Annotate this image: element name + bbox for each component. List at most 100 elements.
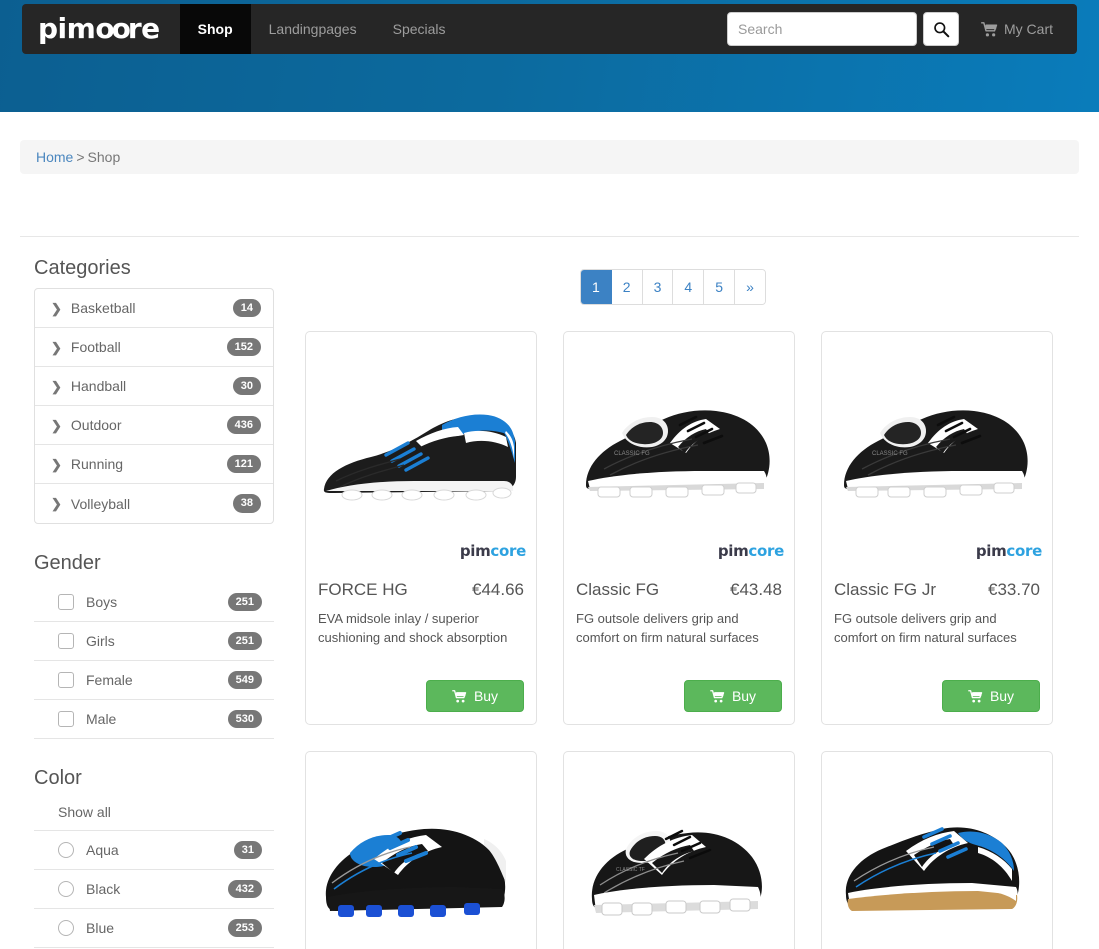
buy-button[interactable]: Buy bbox=[942, 680, 1040, 712]
sidebar-item-volleyball[interactable]: ❯ Volleyball 38 bbox=[35, 484, 273, 522]
svg-text:CLASSIC FG: CLASSIC FG bbox=[872, 451, 908, 457]
buy-button[interactable]: Buy bbox=[684, 680, 782, 712]
main-row: Categories ❯ Basketball 14 ❯ Football 15… bbox=[20, 257, 1079, 949]
checkbox-icon[interactable] bbox=[58, 710, 74, 727]
product-price: €33.70 bbox=[988, 580, 1040, 599]
soccer-cleat-black-icon: CLASSIC FG bbox=[586, 410, 770, 498]
color-option-aqua[interactable]: Aqua 31 bbox=[34, 831, 274, 871]
search-form bbox=[727, 12, 959, 46]
nav-item-landingpages[interactable]: Landingpages bbox=[251, 4, 375, 54]
color-option-black[interactable]: Black 432 bbox=[34, 870, 274, 910]
my-cart-link[interactable]: My Cart bbox=[959, 21, 1069, 37]
gender-count-badge: 251 bbox=[227, 592, 262, 611]
product-description: FG outsole delivers grip and comfort on … bbox=[834, 611, 1017, 645]
product-image[interactable]: CLASSIC TF pimcore bbox=[564, 752, 794, 949]
color-heading: Color bbox=[34, 766, 82, 789]
gender-option-girls[interactable]: Girls 251 bbox=[34, 622, 274, 661]
nav-item-shop[interactable]: Shop bbox=[179, 4, 251, 54]
gender-option-boys[interactable]: Boys 251 bbox=[34, 583, 274, 622]
gender-label: Girls bbox=[86, 632, 115, 649]
gender-option-male[interactable]: Male 530 bbox=[34, 700, 274, 739]
product-card[interactable]: CLASSIC FG pimcore Classic FG Jr €33.70 … bbox=[821, 331, 1053, 725]
filter-sidebar: Categories ❯ Basketball 14 ❯ Football 15… bbox=[20, 257, 280, 949]
breadcrumb-separator: > bbox=[76, 149, 85, 165]
page-link-1[interactable]: 1 bbox=[581, 270, 612, 304]
color-count-badge: 31 bbox=[233, 840, 262, 860]
shopping-cart-icon bbox=[452, 689, 467, 702]
color-show-all-link[interactable]: Show all bbox=[34, 798, 274, 831]
buy-button-label: Buy bbox=[473, 688, 499, 704]
radio-icon[interactable] bbox=[58, 841, 74, 858]
gender-option-female[interactable]: Female 549 bbox=[34, 661, 274, 700]
page-link-4[interactable]: 4 bbox=[673, 270, 705, 304]
chevron-right-icon: ❯ bbox=[51, 417, 62, 433]
product-grid: pimcore FORCE HG €44.66 EVA midsole inla… bbox=[305, 331, 1079, 949]
watermark-core: core bbox=[490, 542, 526, 560]
soccer-cleat-blue-icon bbox=[323, 414, 516, 501]
color-option-blue[interactable]: Blue 253 bbox=[34, 909, 274, 949]
product-card[interactable]: CLASSIC TF pimcore bbox=[563, 751, 795, 949]
nav-links: Shop Landingpages Specials bbox=[179, 4, 464, 54]
sidebar-item-football[interactable]: ❯ Football 152 bbox=[35, 328, 273, 368]
checkbox-icon[interactable] bbox=[58, 593, 74, 610]
gender-label: Boys bbox=[86, 593, 118, 610]
pagination: 1 2 3 4 5 » bbox=[580, 269, 766, 305]
product-image[interactable]: CLASSIC FG pimcore bbox=[564, 332, 794, 580]
brand-logo-container[interactable]: pim oo re bbox=[22, 4, 180, 54]
product-price: €44.66 bbox=[472, 580, 524, 599]
product-image[interactable]: pimcore bbox=[822, 752, 1052, 949]
product-footer: Buy bbox=[576, 680, 782, 712]
breadcrumb: Home > Shop bbox=[20, 140, 1079, 174]
search-icon bbox=[933, 21, 949, 37]
page-link-5[interactable]: 5 bbox=[704, 270, 735, 304]
gender-count-badge: 530 bbox=[227, 709, 262, 728]
my-cart-label: My Cart bbox=[1004, 21, 1053, 37]
categories-list: ❯ Basketball 14 ❯ Football 152 ❯ Handbal… bbox=[34, 288, 274, 524]
product-image[interactable]: pimcore bbox=[306, 752, 536, 949]
checkbox-icon[interactable] bbox=[58, 671, 74, 688]
sidebar-item-running[interactable]: ❯ Running 121 bbox=[35, 445, 273, 485]
product-card[interactable]: pimcore bbox=[305, 751, 537, 949]
radio-icon[interactable] bbox=[58, 881, 74, 898]
product-card[interactable]: pimcore bbox=[821, 751, 1053, 949]
sidebar-item-outdoor[interactable]: ❯ Outdoor 436 bbox=[35, 406, 273, 446]
chevron-right-icon: ❯ bbox=[51, 300, 62, 316]
search-button[interactable] bbox=[923, 12, 959, 46]
category-label: Football bbox=[70, 339, 121, 356]
sidebar-item-handball[interactable]: ❯ Handball 30 bbox=[35, 367, 273, 407]
product-card[interactable]: pimcore FORCE HG €44.66 EVA midsole inla… bbox=[305, 331, 537, 725]
category-count-badge: 14 bbox=[232, 299, 261, 318]
sidebar-item-basketball[interactable]: ❯ Basketball 14 bbox=[35, 289, 273, 329]
soccer-cleat-black-jr-icon: CLASSIC FG bbox=[844, 410, 1028, 498]
color-filter-list: Show all Aqua 31 Black 432 Blue 253 bbox=[34, 798, 274, 949]
chevron-right-icon: ❯ bbox=[51, 339, 62, 355]
product-description: EVA midsole inlay / superior cushioning … bbox=[318, 611, 508, 645]
breadcrumb-home-link[interactable]: Home bbox=[36, 149, 73, 165]
nav-item-specials[interactable]: Specials bbox=[375, 4, 464, 54]
category-count-badge: 38 bbox=[232, 494, 261, 513]
category-label: Running bbox=[70, 456, 124, 473]
svg-text:CLASSIC FG: CLASSIC FG bbox=[614, 451, 650, 457]
gender-count-badge: 251 bbox=[227, 631, 262, 650]
product-card[interactable]: CLASSIC FG pimcore Classic FG €43.48 FG … bbox=[563, 331, 795, 725]
logo-part-oo: oo bbox=[95, 12, 131, 45]
radio-icon[interactable] bbox=[58, 920, 74, 937]
search-input[interactable] bbox=[727, 12, 917, 46]
product-image[interactable]: CLASSIC FG pimcore bbox=[822, 332, 1052, 580]
color-count-badge: 432 bbox=[227, 880, 262, 899]
page-link-2[interactable]: 2 bbox=[611, 270, 643, 304]
checkbox-icon[interactable] bbox=[58, 632, 74, 649]
chevron-right-icon: ❯ bbox=[51, 496, 62, 512]
chevron-right-icon: ❯ bbox=[51, 456, 62, 472]
buy-button[interactable]: Buy bbox=[426, 680, 524, 712]
page-link-next[interactable]: » bbox=[734, 270, 765, 304]
product-image[interactable]: pimcore bbox=[306, 332, 536, 580]
color-label: Blue bbox=[86, 920, 115, 937]
shopping-cart-icon bbox=[968, 689, 983, 702]
watermark-pim: pim bbox=[459, 542, 491, 560]
product-body: Classic FG €43.48 FG outsole delivers gr… bbox=[564, 580, 794, 724]
gender-count-badge: 549 bbox=[227, 670, 262, 689]
shopping-cart-icon bbox=[710, 689, 725, 702]
soccer-cleat-blue-angled-icon bbox=[325, 828, 506, 917]
page-link-3[interactable]: 3 bbox=[642, 270, 674, 304]
